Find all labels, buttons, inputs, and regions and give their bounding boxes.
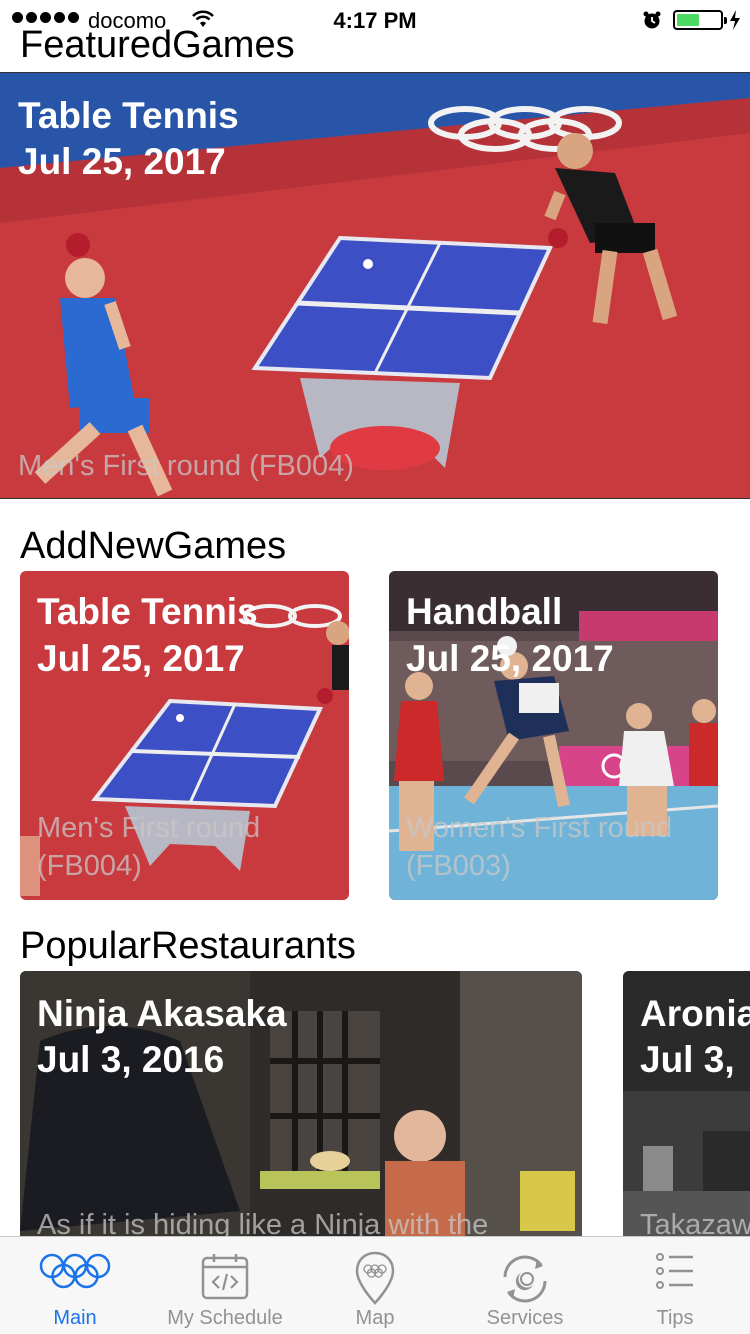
- add-new-games-heading: AddNewGames: [20, 525, 287, 567]
- tab-my-schedule[interactable]: My Schedule: [150, 1237, 300, 1334]
- restaurant-card-ninja-akasaka[interactable]: Ninja Akasaka Jul 3, 2016 As if it is hi…: [20, 971, 582, 1271]
- featured-date: Jul 25, 2017: [18, 141, 226, 182]
- featured-subtitle: Men's First round (FB004): [18, 450, 354, 482]
- services-icon: [503, 1255, 547, 1303]
- tab-bar: Main My Schedule Map Services Tips: [0, 1236, 750, 1334]
- restaurant-card-name: Ninja Akasaka: [37, 993, 287, 1034]
- calendar-code-icon: [201, 1254, 249, 1300]
- tab-label: Services: [486, 1307, 564, 1329]
- tab-main[interactable]: Main: [0, 1237, 150, 1334]
- charging-bolt-icon: [730, 10, 740, 30]
- game-card-date: Jul 25, 2017: [406, 638, 614, 679]
- popular-restaurants-heading: PopularRestaurants: [20, 925, 356, 967]
- tab-tips[interactable]: Tips: [600, 1237, 750, 1334]
- alarm-icon: [643, 11, 661, 29]
- game-card-subtitle: Women's First round (FB003): [406, 812, 673, 882]
- restaurant-card-date: Jul 3,: [640, 1039, 735, 1080]
- tab-label: Tips: [656, 1307, 694, 1329]
- game-card-table-tennis[interactable]: Table Tennis Jul 25, 2017 Men's First ro…: [20, 571, 349, 900]
- tab-label: Map: [355, 1307, 395, 1329]
- featured-games-heading: FeaturedGames: [20, 24, 295, 66]
- featured-game-card[interactable]: Table Tennis Jul 25, 2017 Men's First ro…: [0, 72, 750, 499]
- restaurant-card-name: Aronia: [640, 993, 750, 1034]
- game-card-subtitle: Men's First round (FB004): [37, 812, 261, 882]
- game-card-sport: Table Tennis: [37, 591, 258, 632]
- olympic-rings-icon: [39, 1253, 111, 1289]
- restaurant-card-aronia[interactable]: Aronia Jul 3, Takazaw: [623, 971, 750, 1271]
- game-card-handball[interactable]: Handball Jul 25, 2017 Women's First roun…: [389, 571, 718, 900]
- tab-label: My Schedule: [167, 1307, 283, 1329]
- game-card-sport: Handball: [406, 591, 563, 632]
- battery-icon: [673, 10, 727, 30]
- tab-label: Main: [53, 1307, 97, 1329]
- tab-services[interactable]: Services: [450, 1237, 600, 1334]
- tab-map[interactable]: Map: [300, 1237, 450, 1334]
- featured-sport-title: Table Tennis: [18, 95, 239, 136]
- list-icon: [656, 1253, 693, 1289]
- map-pin-icon: [355, 1251, 395, 1305]
- game-card-date: Jul 25, 2017: [37, 638, 245, 679]
- restaurant-card-date: Jul 3, 2016: [37, 1039, 225, 1080]
